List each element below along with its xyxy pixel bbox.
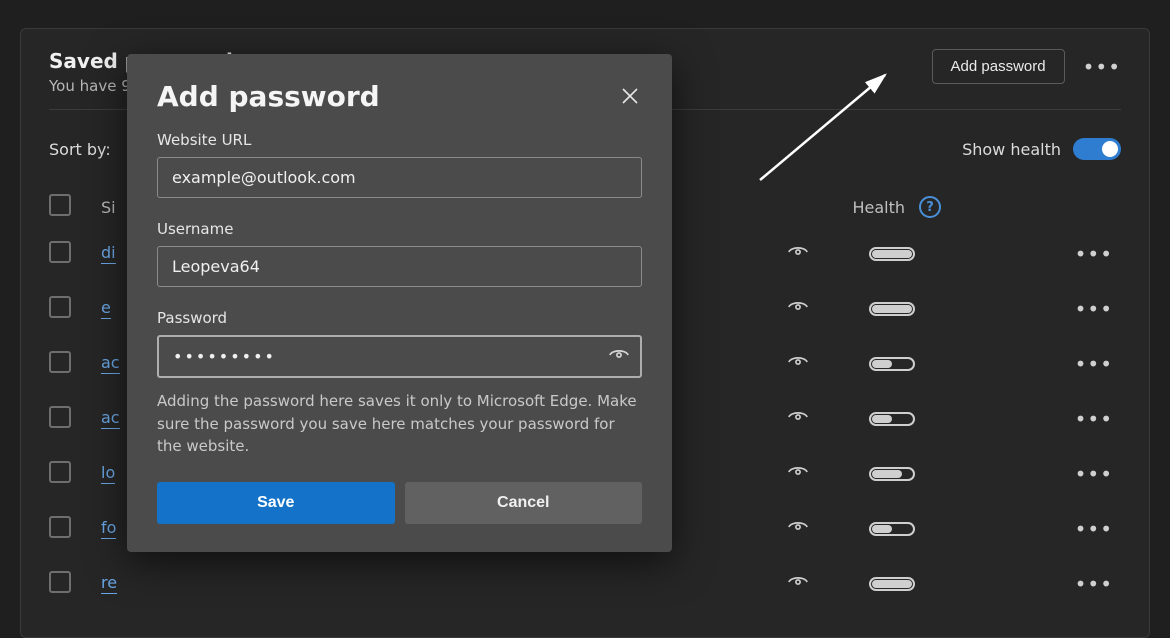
row-checkbox[interactable] [49, 571, 71, 593]
cancel-button[interactable]: Cancel [405, 482, 643, 524]
show-health-label: Show health [962, 140, 1061, 159]
select-all-checkbox[interactable] [49, 194, 71, 216]
eye-icon[interactable] [787, 296, 809, 322]
strength-meter [869, 247, 915, 261]
site-link[interactable]: ac [101, 408, 120, 429]
password-input[interactable] [157, 335, 642, 378]
website-url-label: Website URL [157, 131, 642, 149]
eye-icon[interactable] [787, 461, 809, 487]
dialog-title: Add password [157, 80, 380, 113]
help-icon[interactable]: ? [919, 196, 941, 218]
show-health-toggle[interactable] [1073, 138, 1121, 160]
site-link[interactable]: di [101, 243, 116, 264]
password-hint-text: Adding the password here saves it only t… [157, 390, 642, 458]
username-input[interactable] [157, 246, 642, 287]
website-url-input[interactable] [157, 157, 642, 198]
eye-icon[interactable] [787, 351, 809, 377]
more-icon[interactable]: ••• [1075, 297, 1113, 321]
row-checkbox[interactable] [49, 461, 71, 483]
strength-meter [869, 467, 915, 481]
site-link[interactable]: e [101, 298, 111, 319]
site-link[interactable]: fo [101, 518, 116, 539]
eye-icon[interactable] [787, 241, 809, 267]
site-link[interactable]: re [101, 573, 117, 594]
eye-icon[interactable] [787, 571, 809, 597]
more-icon[interactable]: ••• [1075, 517, 1113, 541]
save-button[interactable]: Save [157, 482, 395, 524]
eye-icon[interactable] [787, 516, 809, 542]
strength-meter [869, 522, 915, 536]
close-icon[interactable] [618, 81, 642, 113]
more-icon[interactable]: ••• [1083, 55, 1121, 79]
more-icon[interactable]: ••• [1075, 407, 1113, 431]
row-checkbox[interactable] [49, 406, 71, 428]
column-health-label: Health [852, 198, 905, 217]
sort-by-label: Sort by: [49, 140, 111, 159]
reveal-password-icon[interactable] [608, 344, 630, 370]
row-checkbox[interactable] [49, 351, 71, 373]
more-icon[interactable]: ••• [1075, 462, 1113, 486]
add-password-button[interactable]: Add password [932, 49, 1065, 84]
eye-icon[interactable] [787, 406, 809, 432]
more-icon[interactable]: ••• [1075, 242, 1113, 266]
add-password-dialog: Add password Website URL Username Passwo… [127, 54, 672, 552]
strength-meter [869, 412, 915, 426]
site-link[interactable]: ac [101, 353, 120, 374]
more-icon[interactable]: ••• [1075, 572, 1113, 596]
row-checkbox[interactable] [49, 296, 71, 318]
table-row: re ••• [49, 556, 1121, 611]
more-icon[interactable]: ••• [1075, 352, 1113, 376]
strength-meter [869, 302, 915, 316]
strength-meter [869, 357, 915, 371]
row-checkbox[interactable] [49, 241, 71, 263]
row-checkbox[interactable] [49, 516, 71, 538]
strength-meter [869, 577, 915, 591]
password-label: Password [157, 309, 642, 327]
username-label: Username [157, 220, 642, 238]
site-link[interactable]: lo [101, 463, 115, 484]
